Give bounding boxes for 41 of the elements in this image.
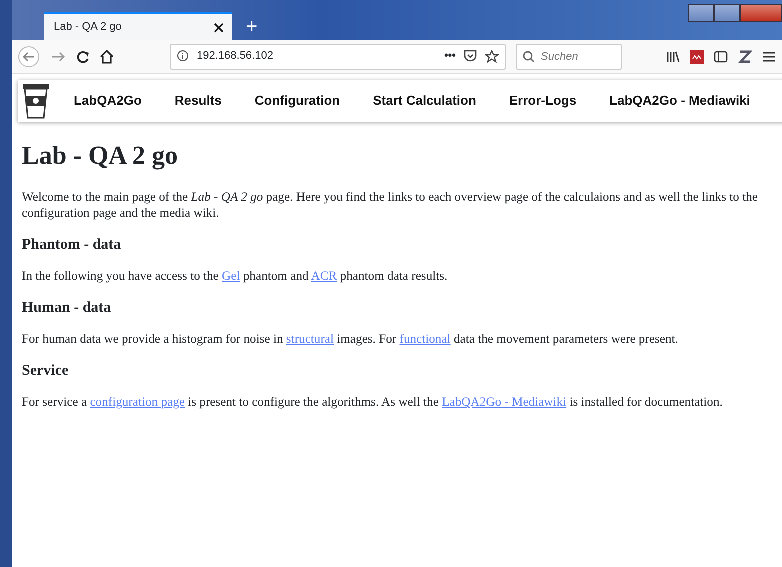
nav-link[interactable]: Error-Logs	[509, 91, 577, 111]
reload-icon[interactable]	[76, 50, 90, 64]
text-link[interactable]: LabQA2Go - Mediawiki	[442, 395, 567, 410]
coffee-cup-logo	[22, 83, 50, 119]
page-heading: Lab - QA 2 go	[22, 140, 180, 172]
section-heading: Human - data	[22, 299, 112, 318]
search-icon	[523, 50, 535, 62]
nav-link[interactable]: LabQA2Go	[74, 91, 142, 111]
extension-icon[interactable]	[690, 50, 704, 64]
paragraph: In the following you have access to the Gel phantom and ACR phantom data results.	[22, 268, 449, 284]
browser-tab[interactable]: Lab - QA 2 go	[44, 12, 232, 40]
sidebar-icon[interactable]	[714, 50, 728, 64]
section-heading: Phantom - data	[22, 236, 122, 254]
address-text: 192.168.56.102	[197, 49, 274, 64]
page-actions-button[interactable]: •••	[444, 48, 456, 65]
home-icon[interactable]	[100, 50, 114, 64]
forward-icon[interactable]	[50, 50, 66, 64]
maximize-button[interactable]	[714, 4, 740, 22]
paragraph: Welcome to the main page of the Lab - QA 2 go page. Here you find the links to each overview page of the calculaions and as well the links to the configuration page and the media wiki.	[22, 189, 759, 222]
nav-link[interactable]: Results	[174, 91, 222, 111]
address-bar[interactable]: 192.168.56.102 •••	[170, 44, 506, 70]
text-link[interactable]: Gel	[222, 269, 240, 284]
new-tab-button[interactable]: +	[240, 16, 264, 38]
text-link[interactable]: functional	[400, 332, 451, 346]
minimize-button[interactable]	[688, 4, 714, 22]
search-field[interactable]: Suchen	[516, 44, 622, 70]
close-window-button[interactable]	[740, 4, 782, 22]
nav-link[interactable]: LabQA2Go - Mediawiki	[610, 91, 750, 111]
text-link[interactable]: configuration page	[90, 395, 185, 410]
section-heading: Service	[22, 362, 70, 380]
menu-icon[interactable]	[762, 50, 776, 64]
text-link[interactable]: structural	[286, 332, 334, 346]
z-extension-icon[interactable]	[738, 50, 752, 64]
star-icon[interactable]	[485, 48, 499, 65]
nav-link[interactable]: Configuration	[254, 91, 340, 111]
library-icon[interactable]	[666, 50, 680, 64]
text-link[interactable]: ACR	[311, 269, 338, 284]
nav-link[interactable]: Start Calculation	[373, 91, 476, 111]
paragraph: For human data we provide a histogram for noise in structural images. For functional data the movement parameters were present.	[22, 331, 680, 348]
back-icon[interactable]	[18, 46, 40, 68]
paragraph: For service a configuration page is present to configure the algorithms. As well the LabQA2Go - Mediawiki is installed for documentation.	[22, 394, 724, 410]
